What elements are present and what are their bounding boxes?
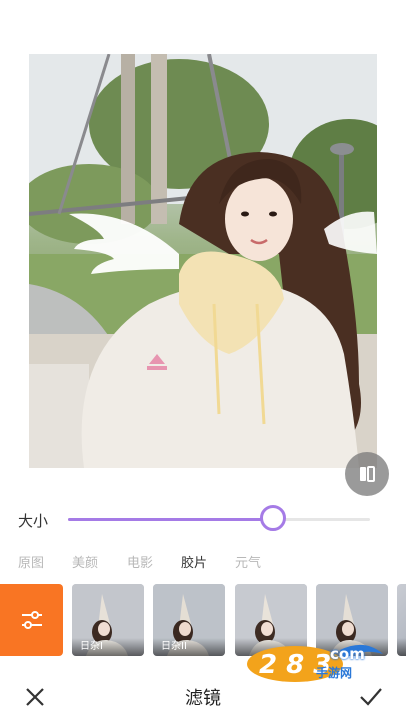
tab-film[interactable]: 胶片 [181, 552, 207, 571]
watermark-text: com [330, 645, 365, 663]
filter-label: 日杂II [153, 638, 225, 656]
sliders-icon [21, 611, 42, 629]
size-slider-fill [68, 518, 274, 521]
tab-vitality[interactable]: 元气 [235, 552, 261, 571]
filter-label [397, 638, 406, 656]
photo-illustration [29, 54, 377, 468]
size-slider-track[interactable] [68, 518, 370, 521]
compare-icon [360, 466, 375, 482]
bottom-bar: 滤镜 [0, 672, 406, 722]
filter-thumb[interactable] [397, 584, 406, 656]
filter-thumb[interactable]: 日杂I [72, 584, 144, 656]
confirm-button[interactable] [358, 684, 384, 710]
photo-preview [29, 54, 377, 468]
tab-original[interactable]: 原图 [18, 552, 44, 571]
page-title: 滤镜 [185, 688, 221, 709]
adjust-button[interactable] [0, 584, 63, 656]
compare-button[interactable] [345, 452, 389, 496]
filter-editor-screen: 大小 原图 美颜 电影 胶片 元气 日杂I 日杂II 2 8 3 com 手游网… [0, 0, 406, 722]
tab-movie[interactable]: 电影 [127, 552, 153, 571]
filter-label: 日杂I [72, 638, 144, 656]
tab-beauty[interactable]: 美颜 [72, 552, 98, 571]
filter-category-tabs: 原图 美颜 电影 胶片 元气 [0, 552, 406, 576]
check-icon [360, 688, 382, 706]
filter-thumb[interactable]: 日杂II [153, 584, 225, 656]
size-label: 大小 [18, 512, 49, 530]
